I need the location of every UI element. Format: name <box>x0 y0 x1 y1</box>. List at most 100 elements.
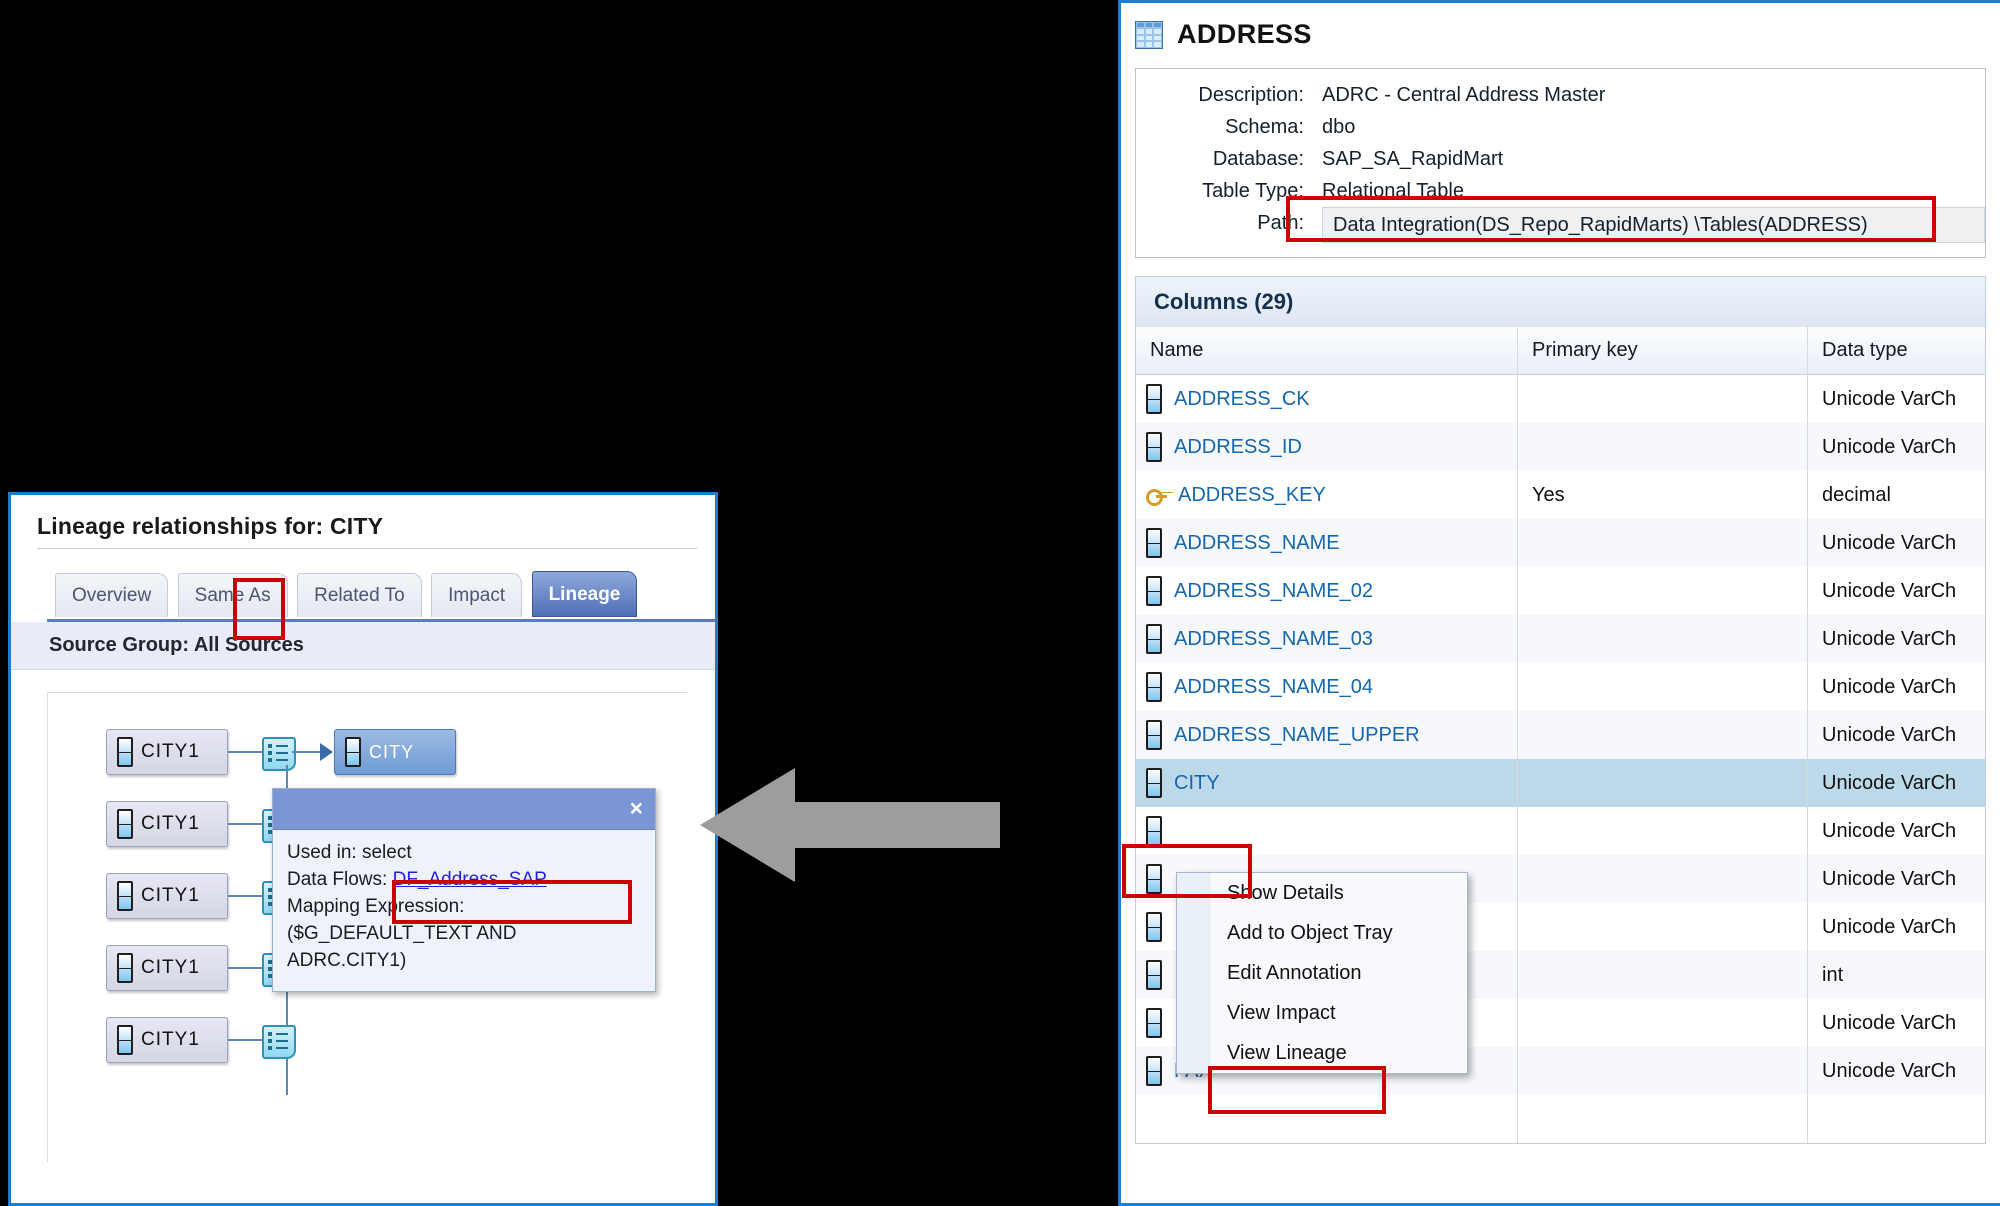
column-icon <box>1146 672 1162 702</box>
cell-data-type: Unicode VarCh <box>1808 999 1985 1047</box>
cell-data-type: Unicode VarCh <box>1808 663 1985 711</box>
tab-lineage[interactable]: Lineage <box>532 571 638 617</box>
tab-related-to[interactable]: Related To <box>297 573 422 617</box>
cell-name: ADDRESS_NAME_04 <box>1174 676 1373 699</box>
lineage-detail-popup[interactable]: × Used in: select Data Flows: DF_Address… <box>272 788 656 992</box>
graph-node-source-1[interactable]: CITY1 <box>106 729 228 775</box>
cell-data-type: Unicode VarCh <box>1808 711 1985 759</box>
details-header: ADDRESS <box>1121 3 2000 62</box>
prop-description: Description: ADRC - Central Address Mast… <box>1136 79 1985 111</box>
column-header-data-type[interactable]: Data type <box>1808 327 1985 374</box>
edge-4 <box>228 967 264 969</box>
source-group-label: Source Group: All Sources <box>11 622 715 670</box>
table-row[interactable]: ADDRESS_CK Unicode VarCh <box>1136 375 1985 423</box>
graph-node-target-city[interactable]: CITY <box>334 729 456 775</box>
page-title: Lineage relationships for: CITY <box>11 495 715 548</box>
cell-name: ADDRESS_KEY <box>1178 484 1326 507</box>
popup-titlebar: × <box>273 789 655 830</box>
column-icon <box>117 881 133 911</box>
cell-data-type: Unicode VarCh <box>1808 615 1985 663</box>
column-icon <box>345 737 361 767</box>
context-menu[interactable]: Show Details Add to Object Tray Edit Ann… <box>1176 872 1468 1074</box>
cell-primary-key <box>1518 951 1808 999</box>
prop-path-value[interactable]: Data Integration(DS_Repo_RapidMarts) \Ta… <box>1322 207 1985 243</box>
prop-path: Path: Data Integration(DS_Repo_RapidMart… <box>1136 207 1985 243</box>
cell-name: CITY <box>1174 772 1220 795</box>
cell-name: ADDRESS_NAME_02 <box>1174 580 1373 603</box>
menu-item-edit-annotation[interactable]: Edit Annotation <box>1177 953 1467 993</box>
column-icon <box>1146 528 1162 558</box>
table-row-city-selected[interactable]: CITY Unicode VarCh <box>1136 759 1985 807</box>
table-row[interactable]: Unicode VarCh <box>1136 807 1985 855</box>
cell-data-type: int <box>1808 951 1985 999</box>
cell-name: ADDRESS_CK <box>1174 388 1310 411</box>
column-icon <box>117 737 133 767</box>
column-icon <box>1146 1008 1162 1038</box>
column-header-name[interactable]: Name <box>1136 327 1518 374</box>
prop-database-value: SAP_SA_RapidMart <box>1322 143 1985 175</box>
cell-name: ADDRESS_NAME_UPPER <box>1174 724 1420 747</box>
dataflow-icon-5[interactable] <box>262 1025 296 1059</box>
popup-used-in: Used in: select <box>287 840 641 865</box>
popup-data-flows-link[interactable]: DF_Address_SAP <box>393 869 547 890</box>
table-row[interactable]: ADDRESS_NAME_03 Unicode VarCh <box>1136 615 1985 663</box>
table-row[interactable]: ADDRESS_NAME_04 Unicode VarCh <box>1136 663 1985 711</box>
menu-item-show-details[interactable]: Show Details <box>1177 873 1467 913</box>
column-icon <box>1146 384 1162 414</box>
menu-item-view-lineage[interactable]: View Lineage <box>1177 1033 1467 1073</box>
tab-impact[interactable]: Impact <box>431 573 522 617</box>
cell-primary-key <box>1518 567 1808 615</box>
popup-data-flows-label: Data Flows: <box>287 869 387 890</box>
prop-schema-key: Schema: <box>1136 111 1322 143</box>
table-row[interactable]: ADDRESS_NAME_UPPER Unicode VarCh <box>1136 711 1985 759</box>
column-icon <box>1146 720 1162 750</box>
dataflow-icon-1[interactable] <box>262 737 296 771</box>
prop-path-key: Path: <box>1136 207 1322 243</box>
close-icon[interactable]: × <box>630 796 643 820</box>
flow-direction-arrow <box>700 760 1000 890</box>
tab-overview[interactable]: Overview <box>55 573 168 617</box>
column-icon <box>1146 576 1162 606</box>
table-row[interactable]: ADDRESS_NAME Unicode VarCh <box>1136 519 1985 567</box>
columns-section-title: Columns (29) <box>1135 276 1986 327</box>
column-icon <box>1146 960 1162 990</box>
table-row[interactable]: ADDRESS_NAME_02 Unicode VarCh <box>1136 567 1985 615</box>
lineage-tabbar: Overview Same As Related To Impact Linea… <box>11 571 715 619</box>
cell-primary-key <box>1518 423 1808 471</box>
table-row-empty <box>1136 1095 1985 1143</box>
cell-primary-key <box>1518 519 1808 567</box>
graph-node-source-3[interactable]: CITY1 <box>106 873 228 919</box>
graph-node-source-2[interactable]: CITY1 <box>106 801 228 847</box>
cell-primary-key <box>1518 663 1808 711</box>
prop-table-type: Table Type: Relational Table <box>1136 175 1985 207</box>
cell-primary-key <box>1518 903 1808 951</box>
cell-data-type: Unicode VarCh <box>1808 807 1985 855</box>
cell-data-type: Unicode VarCh <box>1808 375 1985 423</box>
prop-description-key: Description: <box>1136 79 1322 111</box>
edge-1 <box>228 751 264 753</box>
popup-mapping-line1: ($G_DEFAULT_TEXT AND <box>287 921 641 946</box>
menu-item-add-to-object-tray[interactable]: Add to Object Tray <box>1177 913 1467 953</box>
edge-5 <box>228 1039 264 1041</box>
graph-node-source-4[interactable]: CITY1 <box>106 945 228 991</box>
popup-mapping-line2: ADRC.CITY1) <box>287 948 641 973</box>
title-divider <box>37 548 697 549</box>
column-icon <box>1146 1056 1162 1086</box>
cell-primary-key <box>1518 711 1808 759</box>
cell-data-type: Unicode VarCh <box>1808 567 1985 615</box>
cell-primary-key <box>1518 855 1808 903</box>
column-icon <box>1146 768 1162 798</box>
prop-table-type-key: Table Type: <box>1136 175 1322 207</box>
graph-node-source-5[interactable]: CITY1 <box>106 1017 228 1063</box>
menu-item-view-impact[interactable]: View Impact <box>1177 993 1467 1033</box>
cell-name: ADDRESS_NAME <box>1174 532 1340 555</box>
tab-same-as[interactable]: Same As <box>178 573 288 617</box>
column-header-primary-key[interactable]: Primary key <box>1518 327 1808 374</box>
cell-data-type: Unicode VarCh <box>1808 759 1985 807</box>
popup-data-flows-row: Data Flows: DF_Address_SAP <box>287 867 641 892</box>
table-row[interactable]: ADDRESS_KEY Yes decimal <box>1136 471 1985 519</box>
cell-primary-key <box>1518 999 1808 1047</box>
primary-key-icon <box>1146 487 1166 503</box>
object-title: ADDRESS <box>1177 19 1312 50</box>
table-row[interactable]: ADDRESS_ID Unicode VarCh <box>1136 423 1985 471</box>
